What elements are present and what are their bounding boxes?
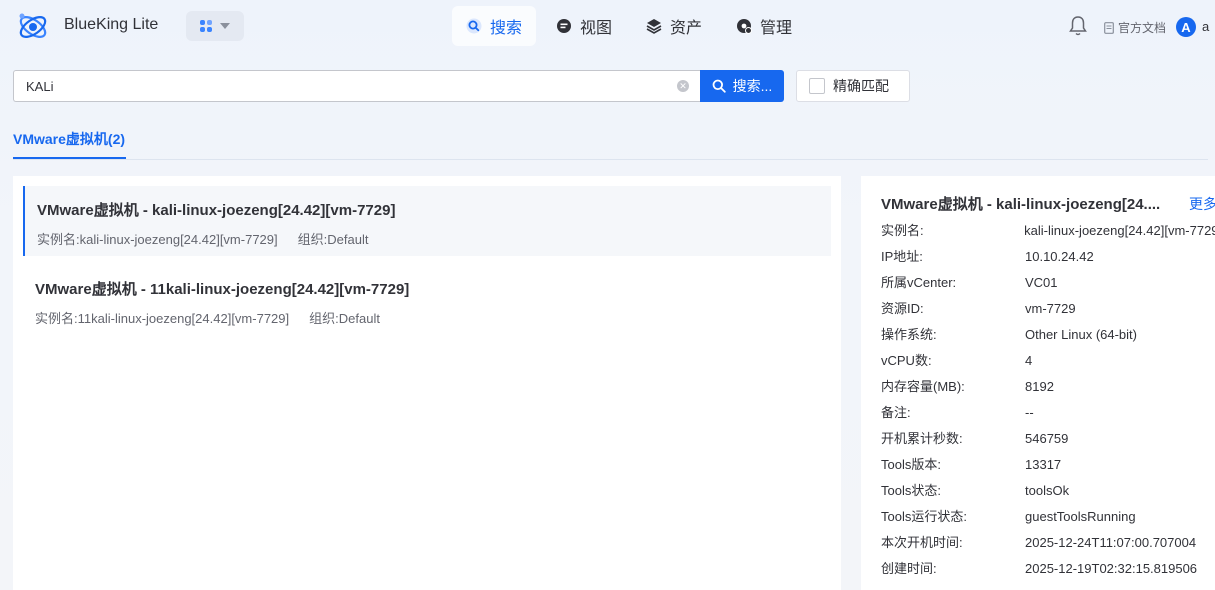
app-switcher-button[interactable]: [186, 11, 244, 41]
detail-value: 546759: [1025, 431, 1069, 446]
layers-icon: [646, 19, 662, 34]
main-nav: 搜索 视图 资产 管理: [452, 6, 806, 46]
detail-value: 2025-12-19T02:32:15.819506: [1025, 561, 1198, 576]
instance-value: 11kali-linux-joezeng[24.42][vm-7729]: [77, 311, 290, 326]
org-label: 组织:: [297, 232, 328, 247]
result-meta: 实例名:kali-linux-joezeng[24.42][vm-7729] 组…: [37, 229, 819, 248]
detail-value: kali-linux-joezeng[24.42][vm-7729]: [1024, 223, 1215, 238]
docs-label: 官方文档: [1118, 21, 1167, 35]
detail-key: 资源ID:: [881, 301, 924, 316]
detail-row: 开机累计秒数: 546759: [881, 431, 1215, 457]
detail-row: 创建时间: 2025-12-19T02:32:15.819506: [881, 561, 1215, 587]
result-meta: 实例名:11kali-linux-joezeng[24.42][vm-7729]…: [35, 308, 819, 327]
search-icon: [712, 79, 726, 93]
detail-panel: VMware虚拟机 - kali-linux-joezeng[24.... 更多…: [861, 176, 1215, 590]
detail-row: vCPU数: 4: [881, 353, 1215, 379]
detail-key: Tools状态:: [881, 483, 941, 498]
detail-value: VC01: [1025, 275, 1058, 290]
search-icon: [466, 18, 482, 34]
detail-row: 实例名: kali-linux-joezeng[24.42][vm-7729]: [881, 223, 1215, 249]
detail-key: 所属vCenter:: [881, 275, 957, 290]
result-title: VMware虚拟机 - 11kali-linux-joezeng[24.42][…: [35, 281, 410, 298]
exact-match-toggle[interactable]: 精确匹配: [796, 70, 910, 102]
org-value: Default: [338, 311, 380, 326]
detail-value: --: [1025, 405, 1034, 420]
user-avatar[interactable]: A: [1176, 17, 1196, 37]
nav-search[interactable]: 搜索: [452, 6, 537, 46]
detail-key: vCPU数:: [881, 353, 932, 368]
detail-title: VMware虚拟机 - kali-linux-joezeng[24....: [881, 196, 1161, 213]
nav-manage[interactable]: 管理: [722, 6, 806, 46]
detail-key: IP地址:: [881, 249, 923, 264]
detail-value: vm-7729: [1025, 301, 1076, 316]
apps-grid-icon: [200, 20, 212, 32]
detail-key: 操作系统:: [881, 327, 937, 342]
org-label: 组织:: [309, 311, 339, 326]
manage-gear-icon: [737, 19, 753, 34]
search-input[interactable]: [13, 70, 701, 102]
detail-key: Tools运行状态:: [881, 509, 967, 524]
search-button-label: 搜索...: [732, 78, 773, 94]
results-panel: VMware虚拟机 - kali-linux-joezeng[24.42][vm…: [13, 176, 841, 590]
detail-key: Tools版本:: [881, 457, 941, 472]
instance-value: kali-linux-joezeng[24.42][vm-7729]: [79, 232, 278, 247]
notification-bell-icon[interactable]: [1068, 15, 1088, 37]
view-icon: [557, 19, 572, 33]
top-header: BlueKing Lite 搜索 视图 资产 管理 官方文档 A a: [0, 0, 1215, 52]
detail-key: 创建时间:: [881, 561, 937, 576]
brand-name: BlueKing Lite: [64, 16, 159, 33]
detail-row: Tools运行状态: guestToolsRunning: [881, 509, 1215, 535]
detail-row: Tools状态: toolsOk: [881, 483, 1215, 509]
detail-value: 10.10.24.42: [1025, 249, 1094, 264]
nav-manage-label: 管理: [760, 20, 793, 37]
result-item[interactable]: VMware虚拟机 - 11kali-linux-joezeng[24.42][…: [23, 265, 831, 335]
detail-attributes: 实例名: kali-linux-joezeng[24.42][vm-7729] I…: [881, 223, 1215, 587]
docs-link[interactable]: 官方文档: [1104, 19, 1166, 36]
detail-key: 实例名:: [881, 223, 924, 238]
detail-value: Other Linux (64-bit): [1025, 327, 1137, 342]
detail-row: Tools版本: 13317: [881, 457, 1215, 483]
detail-value: 2025-12-24T11:07:00.707004: [1025, 535, 1197, 550]
instance-label: 实例名:: [37, 232, 80, 247]
nav-search-label: 搜索: [490, 20, 523, 37]
org-value: Default: [327, 232, 369, 247]
detail-key: 本次开机时间:: [881, 535, 963, 550]
nav-view-label: 视图: [580, 20, 613, 37]
username[interactable]: a: [1202, 19, 1209, 34]
document-icon: [1104, 21, 1114, 34]
search-button[interactable]: 搜索...: [700, 70, 784, 102]
detail-value: 8192: [1025, 379, 1054, 394]
exact-match-checkbox[interactable]: [809, 78, 825, 94]
detail-value: 13317: [1025, 457, 1062, 472]
detail-key: 备注:: [881, 405, 911, 420]
detail-row: 本次开机时间: 2025-12-24T11:07:00.707004: [881, 535, 1215, 561]
nav-view[interactable]: 视图: [542, 6, 626, 46]
result-item[interactable]: VMware虚拟机 - kali-linux-joezeng[24.42][vm…: [23, 186, 831, 256]
caret-down-icon: [220, 23, 230, 29]
detail-value: guestToolsRunning: [1025, 509, 1136, 524]
detail-key: 内存容量(MB):: [881, 379, 965, 394]
detail-row: 备注: --: [881, 405, 1215, 431]
exact-match-label: 精确匹配: [833, 78, 889, 94]
detail-row: 所属vCenter: VC01: [881, 275, 1215, 301]
detail-row: IP地址: 10.10.24.42: [881, 249, 1215, 275]
detail-row: 操作系统: Other Linux (64-bit): [881, 327, 1215, 353]
clear-icon[interactable]: ✕: [677, 80, 689, 92]
nav-assets-label: 资产: [670, 20, 703, 37]
detail-value: toolsOk: [1025, 483, 1070, 498]
detail-row: 资源ID: vm-7729: [881, 301, 1215, 327]
detail-key: 开机累计秒数:: [881, 431, 963, 446]
tab-divider: [13, 159, 1208, 160]
detail-more-link[interactable]: 更多: [1189, 194, 1215, 214]
detail-row: 内存容量(MB): 8192: [881, 379, 1215, 405]
detail-value: 4: [1025, 353, 1033, 368]
instance-label: 实例名:: [35, 311, 78, 326]
tab-vmware[interactable]: VMware虚拟机(2): [13, 129, 125, 149]
blueking-logo-icon[interactable]: [16, 10, 50, 42]
result-title: VMware虚拟机 - kali-linux-joezeng[24.42][vm…: [37, 202, 396, 219]
nav-assets[interactable]: 资产: [632, 6, 716, 46]
